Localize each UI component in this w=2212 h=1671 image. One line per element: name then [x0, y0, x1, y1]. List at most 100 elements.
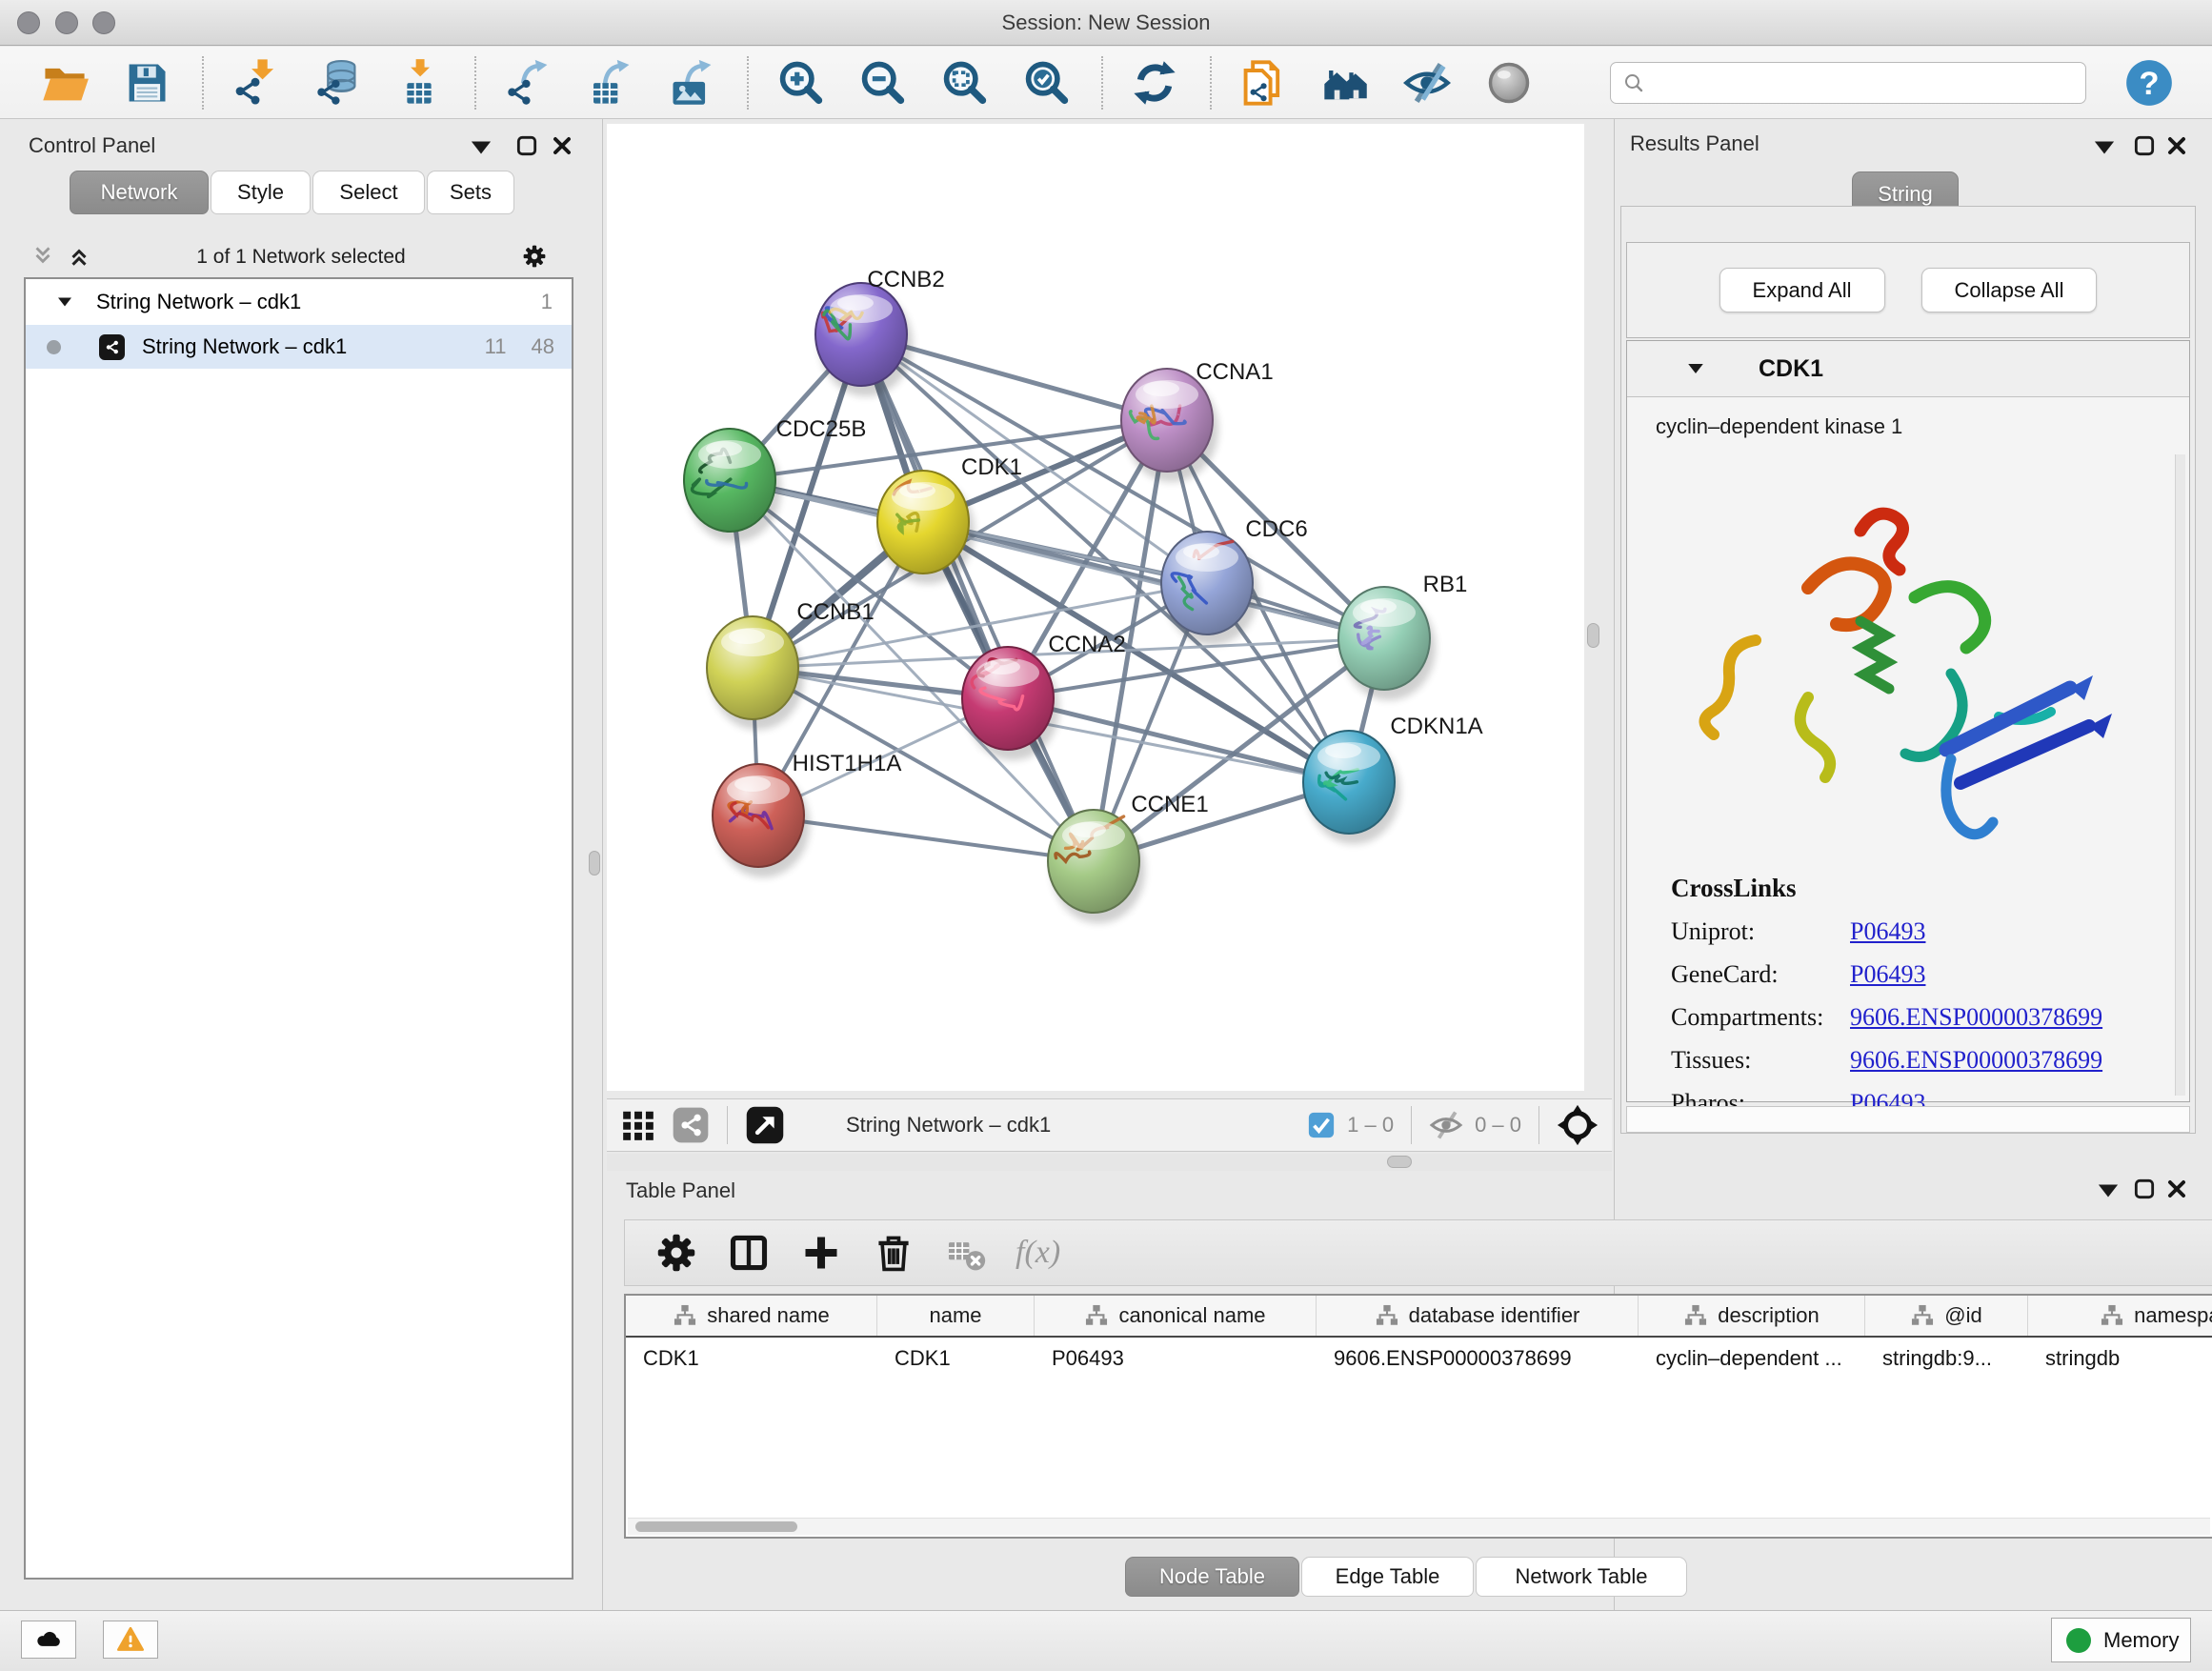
- network-graph[interactable]: CCNB2CCNA1CDC25BCDK1CDC6RB1CCNB1CCNA2CDK…: [607, 124, 1584, 1091]
- results-panel-menu-icon[interactable]: [2092, 135, 2117, 160]
- gene-expander-icon[interactable]: [1686, 359, 1705, 378]
- collection-expander-icon[interactable]: [56, 293, 73, 311]
- delete-table-icon[interactable]: [943, 1230, 989, 1276]
- scrollbar-thumb[interactable]: [635, 1521, 797, 1532]
- tab-style[interactable]: Style: [211, 171, 311, 214]
- network-canvas[interactable]: CCNB2CCNA1CDC25BCDK1CDC6RB1CCNB1CCNA2CDK…: [607, 124, 1584, 1091]
- cell-canonical-name[interactable]: P06493: [1035, 1338, 1317, 1379]
- function-builder-icon[interactable]: f(x): [1016, 1235, 1060, 1271]
- control-panel-title: Control Panel: [29, 133, 155, 158]
- network-view: CCNB2CCNA1CDC25BCDK1CDC6RB1CCNB1CCNA2CDK…: [607, 124, 1612, 1091]
- results-scroll-corner: [1626, 1106, 2190, 1133]
- column-header-name[interactable]: name: [877, 1296, 1035, 1336]
- network-edge-count: 48: [532, 334, 554, 359]
- cell-name[interactable]: CDK1: [877, 1338, 1035, 1379]
- network-list-header: 1 of 1 Network selected: [10, 242, 593, 278]
- hide-panels-button[interactable]: [1400, 56, 1454, 110]
- zoom-out-button[interactable]: [855, 56, 909, 110]
- table-settings-gear-icon[interactable]: [654, 1230, 699, 1276]
- import-table-file-button[interactable]: [392, 56, 446, 110]
- refresh-layout-button[interactable]: [1128, 56, 1181, 110]
- import-network-database-button[interactable]: [311, 56, 364, 110]
- search-input[interactable]: [1653, 63, 2074, 103]
- network-list: String Network – cdk1 1 String Network –…: [24, 277, 573, 1580]
- open-session-file-button[interactable]: [1237, 56, 1290, 110]
- string-results-container: Expand All Collapse All CDK1 cyclin–depe…: [1620, 206, 2196, 1134]
- network-row[interactable]: String Network – cdk1 11 48: [26, 325, 572, 369]
- selected-nodes-checkbox-icon[interactable]: [1307, 1111, 1336, 1139]
- network-node-CDC25B[interactable]: CDC25B: [684, 416, 866, 542]
- zoom-in-button[interactable]: [774, 56, 827, 110]
- column-header-shared-name[interactable]: shared name: [626, 1296, 877, 1336]
- column-header-database-identifier[interactable]: database identifier: [1317, 1296, 1639, 1336]
- network-collection-row[interactable]: String Network – cdk1 1: [26, 279, 572, 325]
- tree-icon: [1084, 1304, 1109, 1327]
- node-label-CCNB2: CCNB2: [867, 267, 944, 292]
- expand-all-button[interactable]: Expand All: [1719, 268, 1885, 312]
- network-node-RB1[interactable]: RB1: [1338, 572, 1467, 700]
- collapse-all-button[interactable]: Collapse All: [1921, 268, 2098, 312]
- tab-network[interactable]: Network: [70, 171, 209, 214]
- open-session-button[interactable]: [38, 56, 91, 110]
- bottombar-separator: [1411, 1106, 1412, 1144]
- control-panel-menu-icon[interactable]: [469, 135, 493, 160]
- crosslink-row: Tissues: 9606.ENSP00000378699: [1671, 1046, 2102, 1075]
- hidden-elements-eye-icon[interactable]: [1429, 1108, 1463, 1142]
- crosslink-link[interactable]: 9606.ENSP00000378699: [1850, 1003, 2102, 1032]
- tree-icon: [1375, 1304, 1399, 1327]
- tab-node-table[interactable]: Node Table: [1125, 1557, 1299, 1597]
- network-node-CCNB2[interactable]: CCNB2: [815, 267, 945, 396]
- show-panels-button[interactable]: [1482, 56, 1536, 110]
- save-session-button[interactable]: [120, 56, 173, 110]
- network-node-CDKN1A[interactable]: CDKN1A: [1303, 714, 1483, 844]
- grid-view-icon[interactable]: [620, 1107, 656, 1143]
- export-network-button[interactable]: [501, 56, 554, 110]
- results-panel-close-icon[interactable]: [2164, 133, 2189, 158]
- warnings-button[interactable]: [103, 1621, 158, 1659]
- gene-header[interactable]: CDK1: [1627, 341, 2189, 396]
- panel-divider-left[interactable]: [602, 119, 603, 1610]
- export-image-button[interactable]: [665, 56, 718, 110]
- network-node-CCNA1[interactable]: CCNA1: [1121, 359, 1274, 482]
- show-columns-icon[interactable]: [726, 1230, 772, 1276]
- network-node-HIST1H1A[interactable]: HIST1H1A: [713, 751, 901, 877]
- cloud-status-button[interactable]: [21, 1621, 76, 1659]
- zoom-selected-button[interactable]: [1019, 56, 1073, 110]
- export-table-button[interactable]: [583, 56, 636, 110]
- control-panel-close-icon[interactable]: [550, 133, 574, 158]
- tab-edge-table[interactable]: Edge Table: [1301, 1557, 1474, 1597]
- control-panel-float-icon[interactable]: [514, 133, 539, 158]
- toolbar-separator: [474, 56, 476, 110]
- results-panel-float-icon[interactable]: [2132, 133, 2157, 158]
- open-in-new-window-icon[interactable]: [745, 1105, 785, 1145]
- warning-icon: [116, 1625, 145, 1654]
- delete-column-trash-icon[interactable]: [871, 1230, 916, 1276]
- zoom-fit-button[interactable]: [937, 56, 991, 110]
- status-bar: Memory: [0, 1610, 2212, 1671]
- node-label-CCNE1: CCNE1: [1131, 792, 1208, 817]
- toolbar-separator: [202, 56, 204, 110]
- network-bottombar: String Network – cdk1 1 – 0 0 – 0: [607, 1098, 1612, 1152]
- network-options-gear-icon[interactable]: [522, 244, 547, 269]
- column-header-canonical-name[interactable]: canonical name: [1035, 1296, 1317, 1336]
- crosslink-link[interactable]: 9606.ENSP00000378699: [1850, 1046, 2102, 1075]
- cell-database-identifier[interactable]: 9606.ENSP00000378699: [1317, 1338, 1639, 1379]
- hidden-count: 0 – 0: [1475, 1113, 1521, 1137]
- add-column-icon[interactable]: [798, 1230, 844, 1276]
- tab-sets[interactable]: Sets: [427, 171, 514, 214]
- help-button[interactable]: ?: [2124, 58, 2174, 108]
- results-scrollbar[interactable]: [2175, 454, 2185, 1096]
- crosslink-link[interactable]: P06493: [1850, 960, 1925, 989]
- crosslink-link[interactable]: P06493: [1850, 917, 1925, 946]
- crosslink-label: Tissues:: [1671, 1046, 1850, 1075]
- current-network-name: String Network – cdk1: [846, 1113, 1051, 1137]
- node-label-HIST1H1A: HIST1H1A: [793, 751, 902, 776]
- birdseye-crosshair-icon[interactable]: [1557, 1104, 1599, 1146]
- network-view-icon[interactable]: [672, 1106, 710, 1144]
- import-network-file-button[interactable]: [229, 56, 282, 110]
- memory-status-dot: [2066, 1628, 2091, 1653]
- tab-select[interactable]: Select: [312, 171, 425, 214]
- memory-button[interactable]: Memory: [2051, 1618, 2191, 1662]
- cell-shared-name[interactable]: CDK1: [626, 1338, 877, 1379]
- home-button[interactable]: [1318, 56, 1372, 110]
